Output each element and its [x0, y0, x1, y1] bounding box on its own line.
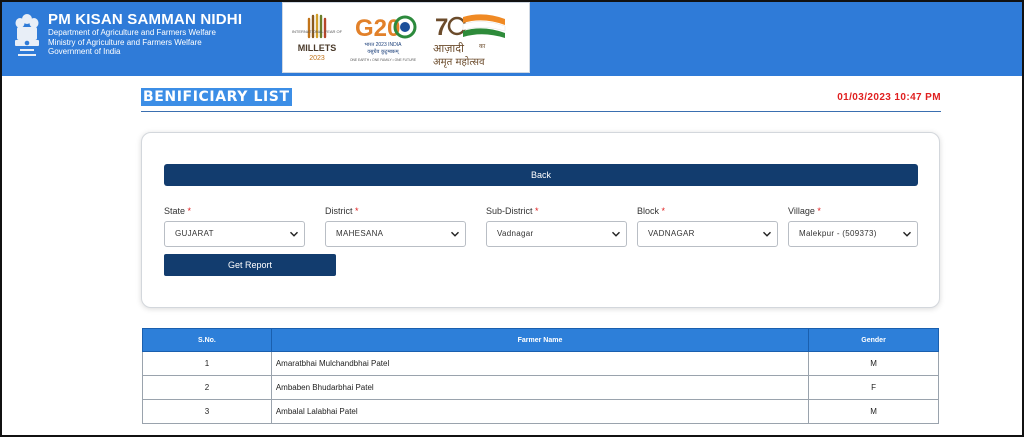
ministry-line: Ministry of Agriculture and Farmers Welf… [48, 37, 202, 47]
cell-gender: M [808, 351, 939, 376]
chevron-down-icon [762, 231, 772, 237]
block-select[interactable]: VADNAGAR [637, 221, 778, 247]
cell-sno: 1 [142, 351, 272, 376]
district-select[interactable]: MAHESANA [325, 221, 466, 247]
block-field: Block * VADNAGAR [637, 206, 778, 247]
millets-small-text: INTERNATIONAL YEAR OF [292, 29, 343, 34]
g20-tagline: ONE EARTH • ONE FAMILY • ONE FUTURE [350, 58, 417, 62]
department-line: Department of Agriculture and Farmers We… [48, 28, 216, 37]
cell-farmer-name: Amaratbhai Mulchandbhai Patel [270, 351, 810, 376]
village-select[interactable]: Malekpur - (509373) [788, 221, 918, 247]
national-emblem-icon [15, 14, 39, 56]
azadi-logo: 7 आज़ादी का अमृत महोत्सव [433, 14, 506, 68]
get-report-button[interactable]: Get Report [164, 254, 336, 276]
column-header-sno: S.No. [142, 328, 272, 352]
current-datetime: 01/03/2023 10:47 PM [837, 92, 941, 103]
cell-farmer-name: Ambaben Bhudarbhai Patel [270, 375, 810, 400]
page-title: BENIFICIARY LIST [141, 88, 292, 106]
cell-sno: 2 [142, 375, 272, 400]
millets-logo: INTERNATIONAL YEAR OF MILLETS 2023 [292, 13, 343, 62]
table-header-row: S.No. Farmer Name Gender [142, 328, 939, 352]
chevron-down-icon [902, 231, 912, 237]
page-frame: PM KISAN SAMMAN NIDHI Department of Agri… [0, 0, 1024, 437]
millets-year: 2023 [309, 55, 325, 62]
state-select[interactable]: GUJARAT [164, 221, 305, 247]
site-header: PM KISAN SAMMAN NIDHI Department of Agri… [2, 2, 1022, 76]
brand-block: PM KISAN SAMMAN NIDHI Department of Agri… [48, 11, 242, 57]
sub-district-field: Sub-District * Vadnagar [486, 206, 627, 247]
logos-artwork: INTERNATIONAL YEAR OF MILLETS 2023 G20 भ… [292, 13, 506, 68]
cell-gender: F [808, 375, 939, 400]
beneficiary-table: S.No. Farmer Name Gender 1 Amaratbhai Mu… [142, 328, 939, 424]
site-title[interactable]: PM KISAN SAMMAN NIDHI [48, 11, 242, 28]
block-label: Block * [637, 206, 666, 216]
state-value: GUJARAT [175, 229, 214, 238]
azadi-ka: का [479, 43, 486, 50]
village-field: Village * Malekpur - (509373) [788, 206, 918, 247]
column-header-gender: Gender [808, 328, 939, 352]
block-value: VADNAGAR [648, 229, 695, 238]
partner-logos: INTERNATIONAL YEAR OF MILLETS 2023 G20 भ… [282, 2, 530, 73]
table-row: 2 Ambaben Bhudarbhai Patel F [142, 375, 939, 400]
state-field: State * GUJARAT [164, 206, 305, 247]
g20-word: G20 [355, 15, 400, 42]
village-label: Village * [788, 206, 821, 216]
sub-district-select[interactable]: Vadnagar [486, 221, 627, 247]
svg-text:7: 7 [435, 14, 448, 41]
g20-hindi-motto: वसुधैव कुटुम्बकम् [367, 48, 399, 55]
azadi-line2: अमृत महोत्सव [433, 56, 485, 68]
g20-hindi: भारत 2023 INDIA [365, 42, 403, 48]
column-header-farmer-name: Farmer Name [270, 328, 810, 352]
back-button[interactable]: Back [164, 164, 918, 186]
chevron-down-icon [611, 231, 621, 237]
sub-district-value: Vadnagar [497, 229, 534, 238]
title-divider [141, 111, 941, 112]
cell-sno: 3 [142, 399, 272, 424]
chevron-down-icon [289, 231, 299, 237]
village-value: Malekpur - (509373) [799, 229, 877, 238]
district-value: MAHESANA [336, 229, 384, 238]
table-row: 3 Ambalal Lalabhai Patel M [142, 399, 939, 424]
azadi-word: आज़ादी [433, 42, 464, 55]
sub-district-label: Sub-District * [486, 206, 539, 216]
cell-gender: M [808, 399, 939, 424]
state-label: State * [164, 206, 192, 216]
cell-farmer-name: Ambalal Lalabhai Patel [270, 399, 810, 424]
district-label: District * [325, 206, 359, 216]
government-line: Government of India [48, 47, 121, 56]
table-row: 1 Amaratbhai Mulchandbhai Patel M [142, 351, 939, 376]
millets-word: MILLETS [298, 43, 337, 53]
chevron-down-icon [450, 231, 460, 237]
g20-logo: G20 भारत 2023 INDIA वसुधैव कुटुम्बकम् ON… [350, 15, 417, 62]
title-row: BENIFICIARY LIST 01/03/2023 10:47 PM [141, 88, 941, 112]
filter-card: Back State * GUJARAT District * MAHESANA… [141, 132, 940, 308]
district-field: District * MAHESANA [325, 206, 466, 247]
